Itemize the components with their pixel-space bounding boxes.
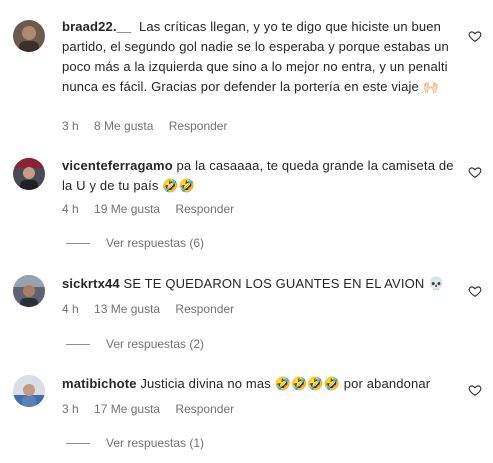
replies-divider-line xyxy=(66,344,90,346)
comment-likes[interactable]: 8 Me gusta xyxy=(94,119,153,133)
comment-time: 3 h xyxy=(62,402,79,416)
comment-likes[interactable]: 19 Me gusta xyxy=(94,202,160,216)
avatar[interactable] xyxy=(13,20,45,52)
avatar[interactable] xyxy=(13,158,45,190)
comment-time: 4 h xyxy=(62,302,79,316)
reply-button[interactable]: Responder xyxy=(175,202,234,216)
comment-meta: 4 h 13 Me gusta Responder xyxy=(62,302,246,316)
comment-username[interactable]: vicenteferragamo xyxy=(62,158,173,173)
reply-button[interactable]: Responder xyxy=(175,302,234,316)
comment-likes[interactable]: 17 Me gusta xyxy=(94,402,160,416)
avatar[interactable] xyxy=(13,375,45,407)
heart-outline-icon[interactable] xyxy=(468,165,482,179)
avatar[interactable] xyxy=(13,275,45,307)
comment-body: sickrtx44 SE TE QUEDARON LOS GUANTES EN … xyxy=(62,274,462,294)
comment-meta: 3 h 17 Me gusta Responder xyxy=(62,402,246,416)
comment-body: braad22.__ Las críticas llegan, y yo te … xyxy=(62,17,462,97)
comment-meta: 4 h 19 Me gusta Responder xyxy=(62,202,246,216)
heart-outline-icon[interactable] xyxy=(468,284,482,298)
view-replies-button[interactable]: Ver respuestas (6) xyxy=(66,236,204,250)
comment-time: 3 h xyxy=(62,119,79,133)
comment-likes[interactable]: 13 Me gusta xyxy=(94,302,160,316)
reply-button[interactable]: Responder xyxy=(169,119,228,133)
comment-username[interactable]: matibichote xyxy=(62,376,137,391)
reply-button[interactable]: Responder xyxy=(175,402,234,416)
comment-text: Justicia divina no mas 🤣🤣🤣🤣 por abandona… xyxy=(140,376,431,391)
comment-time: 4 h xyxy=(62,202,79,216)
comment-body: matibichote Justicia divina no mas 🤣🤣🤣🤣 … xyxy=(62,374,462,394)
comment-body: vicenteferragamo pa la casaaaa, te queda… xyxy=(62,156,462,196)
view-replies-button[interactable]: Ver respuestas (1) xyxy=(66,436,204,450)
comment-meta: 3 h 8 Me gusta Responder xyxy=(62,119,239,133)
heart-outline-icon[interactable] xyxy=(468,383,482,397)
comment-text: SE TE QUEDARON LOS GUANTES EN EL AVION 💀 xyxy=(123,276,445,291)
view-replies-label: Ver respuestas (6) xyxy=(106,236,205,250)
view-replies-label: Ver respuestas (2) xyxy=(106,337,205,351)
heart-outline-icon[interactable] xyxy=(468,29,482,43)
comment-username[interactable]: braad22.__ xyxy=(62,19,131,34)
view-replies-label: Ver respuestas (1) xyxy=(106,436,205,450)
comment-username[interactable]: sickrtx44 xyxy=(62,276,120,291)
replies-divider-line xyxy=(66,443,90,445)
replies-divider-line xyxy=(66,243,90,245)
view-replies-button[interactable]: Ver respuestas (2) xyxy=(66,337,204,351)
